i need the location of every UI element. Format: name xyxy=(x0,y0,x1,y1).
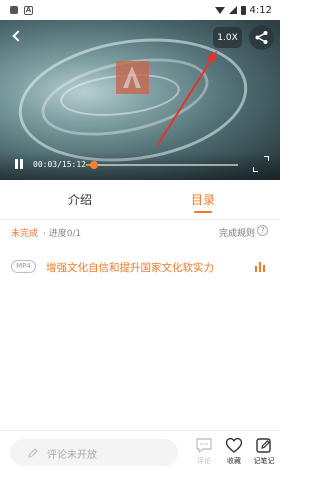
progress-detail: · 进度0/1 xyxy=(43,229,82,239)
seek-bar[interactable] xyxy=(86,161,238,169)
pause-button[interactable] xyxy=(13,158,25,170)
pen-icon xyxy=(28,448,38,458)
seek-thumb[interactable] xyxy=(90,161,98,169)
notification-icon xyxy=(10,6,18,14)
content-tabs: 介绍 目录 xyxy=(0,180,280,220)
fullscreen-icon xyxy=(264,156,269,161)
note-icon xyxy=(256,438,271,453)
favorite-button[interactable]: 收藏 xyxy=(221,437,247,469)
comment-label: 评论 xyxy=(197,457,211,465)
signal-icon xyxy=(228,6,237,14)
tab-catalog[interactable]: 目录 xyxy=(191,191,215,208)
comment-placeholder: 评论未开放 xyxy=(47,450,97,461)
playback-time: 00:03/15:12 xyxy=(33,160,86,169)
comment-icon xyxy=(196,438,212,453)
tab-intro[interactable]: 介绍 xyxy=(68,191,92,208)
format-badge: MP4 xyxy=(11,260,36,273)
wifi-icon xyxy=(214,6,225,14)
status-notifications: A xyxy=(10,5,33,15)
battery-icon xyxy=(240,5,246,15)
course-progress-row: 未完成 · 进度0/1 完成规则 ? xyxy=(0,222,280,242)
app-notification-icon: A xyxy=(24,5,33,15)
status-indicators: 4:12 xyxy=(214,4,272,16)
active-tab-indicator xyxy=(194,211,212,213)
status-time: 4:12 xyxy=(249,4,272,16)
lesson-title[interactable]: 增强文化自信和提升国家文化软实力 xyxy=(46,260,214,275)
player-controls: 00:03/15:12 xyxy=(0,152,280,180)
pause-icon xyxy=(15,159,18,169)
video-player[interactable]: 1.0X 00:03/15:12 xyxy=(0,20,280,180)
bottom-action-bar: 评论未开放 评论 收藏 记笔记 xyxy=(0,430,280,500)
fullscreen-button[interactable] xyxy=(253,156,269,172)
now-playing-icon xyxy=(255,262,265,272)
take-notes-label: 记笔记 xyxy=(253,457,275,465)
comment-button[interactable]: 评论 xyxy=(191,437,217,469)
completion-rules-link[interactable]: 完成规则 xyxy=(219,226,255,239)
favorite-label: 收藏 xyxy=(227,457,241,465)
heart-icon xyxy=(225,437,243,453)
lesson-item[interactable]: MP4 增强文化自信和提升国家文化软实力 xyxy=(0,253,280,281)
completion-status: 未完成 xyxy=(11,229,39,239)
comment-input[interactable]: 评论未开放 xyxy=(10,439,178,466)
take-notes-button[interactable]: 记笔记 xyxy=(251,437,277,469)
status-bar: A 4:12 xyxy=(0,0,280,20)
help-icon[interactable]: ? xyxy=(257,225,268,236)
